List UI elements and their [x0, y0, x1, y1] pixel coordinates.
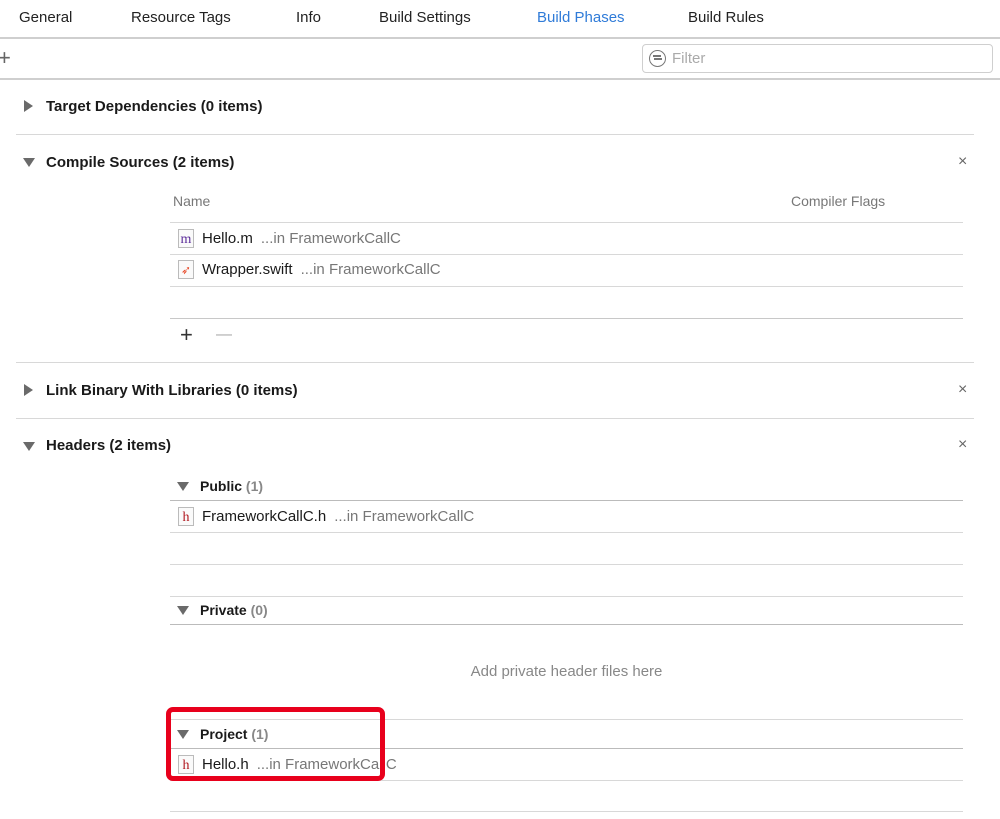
section-link-binary[interactable]: Link Binary With Libraries (0 items)	[46, 382, 298, 399]
file-location: ...in FrameworkCallC	[260, 230, 401, 247]
column-name[interactable]: Name	[173, 193, 210, 209]
section-target-dependencies[interactable]: Target Dependencies (0 items)	[46, 98, 262, 115]
section-compile-sources[interactable]: Compile Sources (2 items)	[46, 154, 234, 171]
column-compiler-flags[interactable]: Compiler Flags	[791, 193, 885, 209]
tab-resource-tags[interactable]: Resource Tags	[131, 9, 231, 26]
tab-info[interactable]: Info	[296, 9, 321, 26]
file-name: FrameworkCallC.h	[202, 508, 327, 525]
file-location: ...in FrameworkCallC	[300, 261, 441, 278]
headers-private-group[interactable]: Private (0)	[200, 602, 268, 618]
disclosure-collapsed-icon[interactable]	[24, 384, 33, 396]
disclosure-expanded-icon[interactable]	[23, 442, 35, 451]
disclosure-collapsed-icon[interactable]	[24, 100, 33, 112]
divider	[16, 134, 974, 135]
swift-file-icon: ➶	[178, 260, 194, 279]
highlight-annotation	[166, 707, 385, 781]
close-icon[interactable]: ×	[958, 436, 967, 454]
filter-placeholder: Filter	[672, 50, 706, 67]
add-phase-button[interactable]: +	[0, 45, 11, 71]
file-location: ...in FrameworkCallC	[334, 508, 475, 525]
disclosure-expanded-icon[interactable]	[177, 482, 189, 491]
tab-build-rules[interactable]: Build Rules	[688, 9, 764, 26]
file-name: Wrapper.swift	[202, 261, 293, 278]
objc-file-icon: m	[178, 229, 194, 248]
tab-build-phases[interactable]: Build Phases	[537, 9, 625, 26]
remove-file-button[interactable]: —	[216, 326, 232, 344]
file-row[interactable]: m Hello.m ...in FrameworkCallC	[178, 229, 401, 248]
section-headers[interactable]: Headers (2 items)	[46, 437, 171, 454]
divider	[0, 37, 1000, 39]
headers-public-group[interactable]: Public (1)	[200, 478, 263, 494]
file-row[interactable]: h FrameworkCallC.h ...in FrameworkCallC	[178, 507, 474, 526]
filter-icon	[649, 50, 666, 67]
divider	[0, 78, 1000, 80]
tab-build-settings[interactable]: Build Settings	[379, 9, 471, 26]
private-headers-placeholder: Add private header files here	[470, 663, 663, 680]
file-row[interactable]: ➶ Wrapper.swift ...in FrameworkCallC	[178, 260, 441, 279]
file-name: Hello.m	[202, 230, 253, 247]
tab-general[interactable]: General	[19, 9, 72, 26]
header-file-icon: h	[178, 507, 194, 526]
disclosure-expanded-icon[interactable]	[23, 158, 35, 167]
disclosure-expanded-icon[interactable]	[177, 606, 189, 615]
filter-input[interactable]: Filter	[642, 44, 993, 73]
close-icon[interactable]: ×	[958, 381, 967, 399]
add-file-button[interactable]: +	[180, 322, 193, 348]
close-icon[interactable]: ×	[958, 153, 967, 171]
